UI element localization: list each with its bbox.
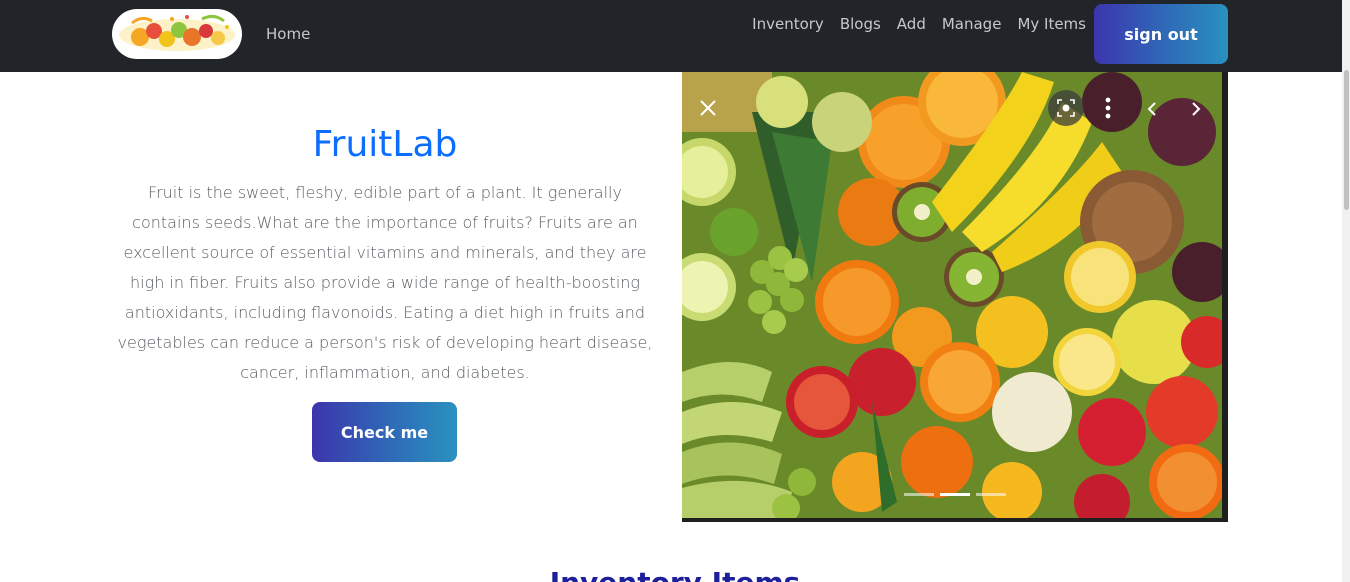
hero-description: Fruit is the sweet, fleshy, edible part … [117, 183, 653, 382]
scrollbar-thumb[interactable] [1344, 70, 1349, 210]
nav-my-items-link[interactable]: My Items [1017, 15, 1086, 33]
more-icon[interactable] [1096, 90, 1120, 126]
carousel-indicator-active[interactable] [940, 493, 970, 496]
carousel-bottom [682, 518, 1228, 522]
page: Home Inventory Blogs Add Manage My Items… [0, 0, 1350, 582]
close-icon[interactable] [694, 94, 722, 122]
carousel-indicator[interactable] [904, 493, 934, 496]
carousel-indicator[interactable] [976, 493, 1006, 496]
nav-home-link[interactable]: Home [266, 25, 310, 43]
prev-icon[interactable] [1140, 94, 1164, 124]
nav-manage-link[interactable]: Manage [942, 15, 1002, 33]
navbar: Home Inventory Blogs Add Manage My Items… [0, 0, 1342, 72]
sign-out-button[interactable]: sign out [1094, 4, 1228, 64]
check-me-button[interactable]: Check me [312, 402, 457, 462]
nav-inventory-link[interactable]: Inventory [752, 15, 824, 33]
mixed-fruits-image [682, 72, 1222, 518]
lens-icon[interactable] [1048, 90, 1084, 126]
nav-links: Inventory Blogs Add Manage My Items [752, 15, 1086, 33]
carousel-indicators [904, 493, 1006, 496]
hero-title: FruitLab [312, 124, 458, 165]
image-carousel [682, 72, 1228, 522]
section-heading: Inventory Items [480, 566, 870, 582]
nav-add-link[interactable]: Add [897, 15, 926, 33]
nav-blogs-link[interactable]: Blogs [840, 15, 881, 33]
next-icon[interactable] [1184, 94, 1208, 124]
carousel-edge [1222, 72, 1228, 522]
fruit-logo-icon[interactable] [112, 9, 242, 59]
